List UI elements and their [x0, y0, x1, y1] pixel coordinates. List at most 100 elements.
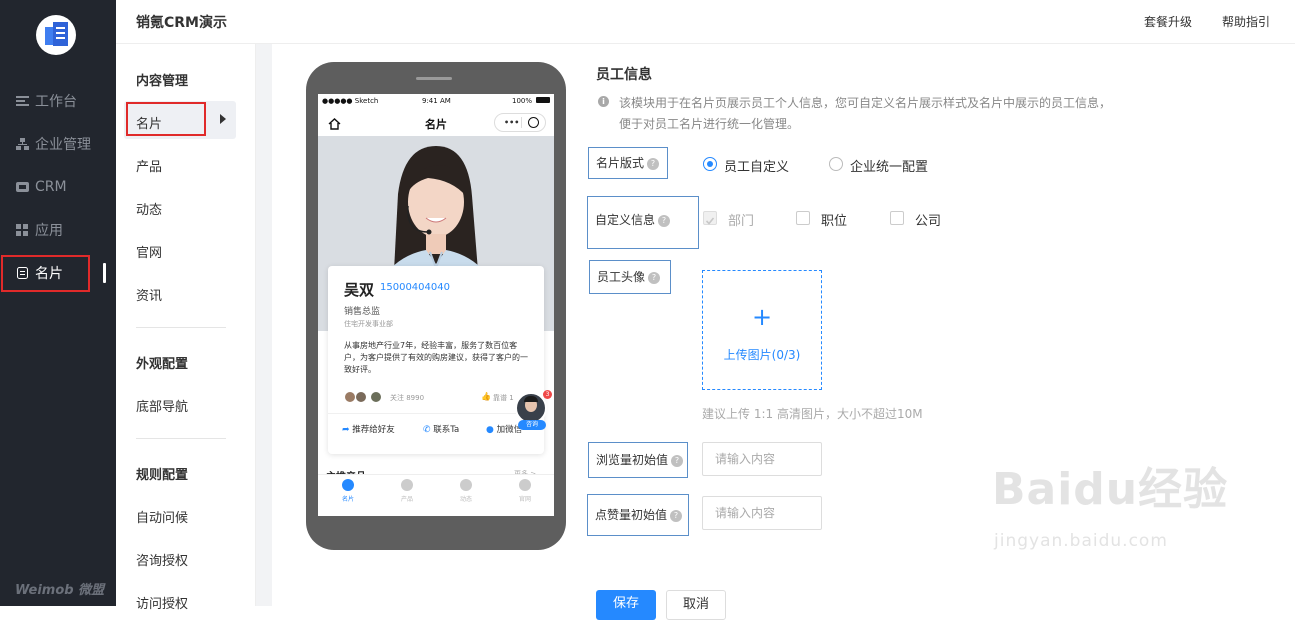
- card-name: 吴双: [344, 281, 375, 299]
- baidu-watermark: Baidu经验 jingyan.baidu.com: [992, 464, 1229, 552]
- box-icon: [401, 479, 413, 491]
- active-indicator: [103, 263, 106, 283]
- label-text: 自定义信息: [595, 213, 656, 227]
- help-icon[interactable]: ?: [670, 509, 683, 522]
- watermark-main: Baidu经验: [992, 464, 1229, 515]
- checkbox-label[interactable]: 公司: [915, 210, 941, 229]
- checkbox-position[interactable]: [796, 211, 810, 225]
- tab-label: 官网: [518, 496, 531, 503]
- subnav-item-greeting[interactable]: 自动问候: [136, 507, 188, 526]
- contact-label: 联系Ta: [433, 425, 460, 435]
- watermark-sub: jingyan.baidu.com: [994, 531, 1168, 551]
- subnav-item-moments[interactable]: 动态: [136, 199, 162, 218]
- brand-logo: Weimob 微盟: [15, 583, 105, 598]
- radio-label[interactable]: 企业统一配置: [850, 156, 928, 175]
- sub-navigation: 内容管理 名片 产品 动态 官网 资讯 外观配置 底部导航 规则配置 自动问候 …: [116, 44, 256, 612]
- thumb-up-icon[interactable]: 👍: [481, 392, 491, 401]
- crm-icon: [16, 181, 29, 193]
- consult-label[interactable]: 咨询: [518, 420, 546, 430]
- status-time: 9:41 AM: [422, 97, 451, 105]
- upgrade-link[interactable]: 套餐升级: [1144, 13, 1192, 30]
- wechat-icon: ●: [486, 425, 494, 435]
- share-icon: ➦: [342, 425, 350, 435]
- views-input[interactable]: 请输入内容: [702, 442, 822, 476]
- like-count: 靠谱 1: [493, 394, 514, 402]
- likes-label: 点赞量初始值?: [587, 494, 689, 536]
- radio-label[interactable]: 员工自定义: [724, 156, 789, 175]
- divider: [136, 327, 226, 328]
- tab-label: 名片: [341, 496, 354, 503]
- main-sidebar: 工作台 企业管理 CRM 应用 名片 Weimob 微盟: [0, 0, 116, 606]
- label-text: 名片版式: [596, 156, 645, 170]
- tab-products[interactable]: 产品: [387, 479, 427, 503]
- sidebar-item-crm[interactable]: CRM: [0, 169, 116, 205]
- apps-icon: [16, 224, 29, 236]
- custom-info-label: 自定义信息?: [587, 196, 699, 249]
- cancel-button[interactable]: 取消: [666, 590, 726, 620]
- avatar-upload[interactable]: + 上传图片(0/3): [702, 270, 822, 390]
- company-logo[interactable]: [36, 15, 76, 55]
- subnav-item-products[interactable]: 产品: [136, 156, 162, 175]
- sidebar-item-org[interactable]: 企业管理: [0, 126, 116, 162]
- contact-button[interactable]: ✆ 联系Ta: [423, 423, 459, 435]
- tab-moments[interactable]: 动态: [446, 479, 486, 503]
- scroll-gutter: [256, 44, 272, 606]
- card-role: 销售总监: [344, 307, 381, 317]
- avatar-label: 员工头像?: [589, 260, 671, 294]
- help-icon[interactable]: ?: [671, 454, 684, 467]
- card-dept: 住宅开发事业部: [344, 320, 393, 328]
- tab-website[interactable]: 官网: [505, 479, 545, 503]
- checkbox-company[interactable]: [890, 211, 904, 225]
- business-card[interactable]: 吴双 15000404040 销售总监 住宅开发事业部 从事房地产行业7年，经验…: [328, 266, 544, 454]
- subnav-item-bottom-nav[interactable]: 底部导航: [136, 396, 188, 415]
- divider: [136, 438, 226, 439]
- tab-label: 产品: [400, 496, 413, 503]
- status-bar: ●●●●● Sketch 9:41 AM 100%: [318, 94, 554, 108]
- checkbox-department[interactable]: [703, 211, 717, 225]
- save-button[interactable]: 保存: [596, 590, 656, 620]
- upload-hint: 建议上传 1:1 高清图片，大小不超过10M: [702, 407, 923, 421]
- subnav-group-title: 内容管理: [136, 74, 189, 89]
- sidebar-item-apps[interactable]: 应用: [0, 212, 116, 248]
- help-link[interactable]: 帮助指引: [1222, 13, 1270, 30]
- label-text: 浏览量初始值: [596, 453, 669, 467]
- views-label: 浏览量初始值?: [588, 442, 688, 478]
- phone-speaker: [416, 77, 452, 80]
- capsule-button[interactable]: •••: [494, 113, 546, 132]
- subnav-item-visit-auth[interactable]: 访问授权: [136, 593, 188, 612]
- sidebar-item-label: 工作台: [35, 94, 77, 110]
- wechat-button[interactable]: ● 加微信: [486, 423, 522, 435]
- phone-tab-bar: 名片 产品 动态 官网: [318, 474, 554, 516]
- sidebar-item-card[interactable]: 名片: [0, 255, 116, 292]
- subnav-item-website[interactable]: 官网: [136, 242, 162, 261]
- help-icon[interactable]: ?: [658, 214, 671, 227]
- checkbox-label: 部门: [728, 214, 755, 229]
- subnav-item-card[interactable]: 名片: [136, 113, 162, 132]
- card-phone[interactable]: 15000404040: [380, 282, 450, 293]
- tab-card[interactable]: 名片: [328, 479, 368, 503]
- follower-avatar: [355, 391, 367, 403]
- subnav-item-news[interactable]: 资讯: [136, 285, 162, 304]
- close-miniprogram-icon[interactable]: [528, 117, 539, 128]
- card-tab-icon: [342, 479, 354, 491]
- card-bio: 从事房地产行业7年，经验丰富，服务了数百位客户，为客户提供了有效的购房建议，获得…: [344, 341, 528, 374]
- layout-label: 名片版式?: [588, 147, 668, 179]
- phone-icon: ✆: [423, 425, 431, 435]
- more-icon[interactable]: •••: [504, 119, 519, 127]
- label-text: 员工头像: [597, 270, 646, 284]
- checkbox-label[interactable]: 职位: [821, 210, 847, 229]
- unread-badge: 3: [543, 390, 552, 399]
- help-icon[interactable]: ?: [647, 157, 660, 170]
- phone-preview: ●●●●● Sketch 9:41 AM 100% 名片 ••• 吴双 1500…: [306, 62, 566, 550]
- info-line: 该模块用于在名片页展示员工个人信息，您可自定义名片展示样式及名片中展示的员工信息…: [619, 96, 1112, 110]
- likes-input[interactable]: 请输入内容: [702, 496, 822, 530]
- radio-company-unified[interactable]: [829, 157, 843, 171]
- radio-employee-custom[interactable]: [703, 157, 717, 171]
- follower-avatar: [370, 391, 382, 403]
- help-icon[interactable]: ?: [648, 271, 661, 284]
- sidebar-item-workbench[interactable]: 工作台: [0, 83, 116, 119]
- workbench-icon: [16, 95, 29, 107]
- recommend-button[interactable]: ➦ 推荐给好友: [342, 423, 395, 435]
- subnav-item-consult-auth[interactable]: 咨询授权: [136, 550, 188, 569]
- carrier-text: ●●●●● Sketch: [322, 97, 379, 105]
